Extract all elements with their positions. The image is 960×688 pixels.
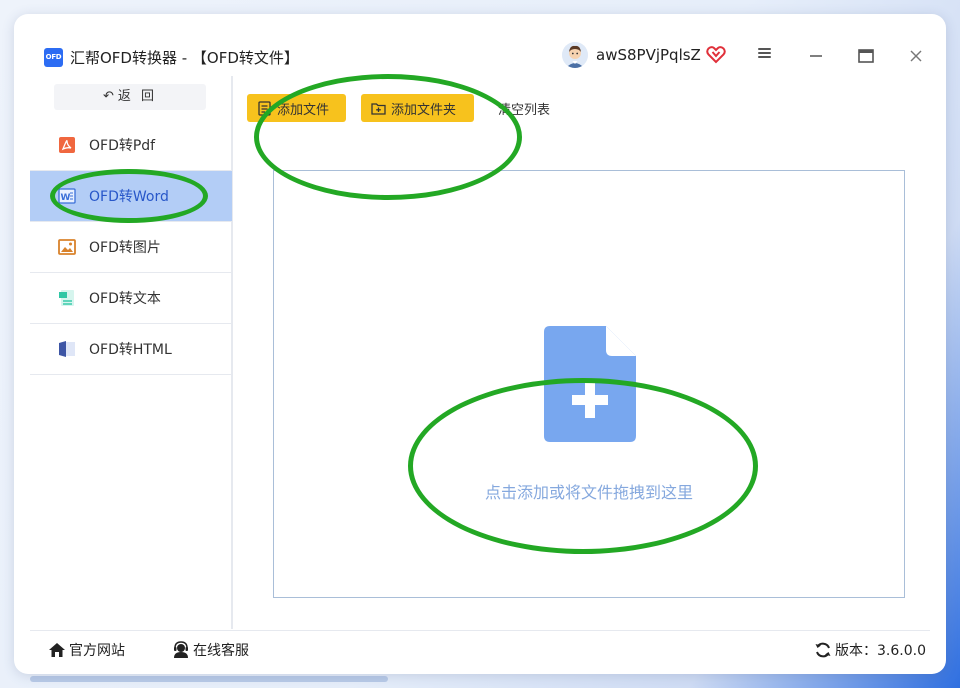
word-icon: W bbox=[58, 187, 76, 205]
add-folder-button[interactable]: 添加文件夹 bbox=[361, 94, 474, 122]
sidebar-item-label: OFD转Word bbox=[89, 189, 169, 205]
file-drop-zone[interactable]: 点击添加或将文件拖拽到这里 bbox=[273, 170, 905, 598]
sidebar-divider bbox=[232, 76, 233, 629]
add-document-icon[interactable] bbox=[544, 326, 636, 442]
sidebar-item-label: OFD转HTML bbox=[89, 342, 172, 358]
window-title: 汇帮OFD转换器 - 【OFD转文件】 bbox=[70, 49, 299, 67]
sidebar-item-label: OFD转文本 bbox=[89, 291, 161, 307]
image-icon bbox=[58, 238, 76, 256]
refresh-icon bbox=[814, 641, 832, 659]
app-logo-icon: OFD bbox=[44, 48, 63, 67]
sidebar-item-ofd-to-image[interactable]: OFD转图片 bbox=[30, 222, 232, 273]
app-window: OFD 汇帮OFD转换器 - 【OFD转文件】 awS8PVjPqlsZ ↶ 返… bbox=[14, 14, 946, 674]
sidebar: ↶ 返 回 OFD转Pdf W OFD转Word OFD转图片 OFD转文本 O… bbox=[30, 76, 232, 629]
vip-heart-icon[interactable] bbox=[706, 44, 726, 64]
clear-list-button[interactable]: 清空列表 bbox=[498, 99, 550, 118]
official-site-label: 官方网站 bbox=[69, 643, 125, 659]
text-icon bbox=[58, 289, 76, 307]
add-file-label: 添加文件 bbox=[277, 102, 330, 118]
add-folder-label: 添加文件夹 bbox=[391, 102, 457, 118]
sidebar-item-ofd-to-html[interactable]: OFD转HTML bbox=[30, 324, 232, 375]
user-avatar[interactable] bbox=[562, 42, 588, 68]
back-button[interactable]: ↶ 返 回 bbox=[54, 84, 206, 110]
svg-text:W: W bbox=[61, 193, 71, 203]
add-file-button[interactable]: 添加文件 bbox=[247, 94, 346, 122]
pdf-icon bbox=[58, 136, 76, 154]
title-bar: OFD 汇帮OFD转换器 - 【OFD转文件】 awS8PVjPqlsZ bbox=[14, 14, 946, 76]
official-site-link[interactable]: 官方网站 bbox=[48, 640, 125, 660]
background-strip bbox=[30, 676, 388, 682]
version-label: 版本：3.6.0.0 bbox=[835, 643, 926, 659]
folder-add-icon bbox=[371, 101, 386, 116]
customer-service-icon bbox=[172, 641, 190, 659]
sidebar-item-ofd-to-text[interactable]: OFD转文本 bbox=[30, 273, 232, 324]
version-info[interactable]: 版本：3.6.0.0 bbox=[814, 640, 926, 660]
nav-list: OFD转Pdf W OFD转Word OFD转图片 OFD转文本 OFD转HTM… bbox=[30, 120, 232, 375]
file-list-icon bbox=[257, 100, 272, 116]
username[interactable]: awS8PVjPqlsZ bbox=[596, 46, 701, 64]
drop-hint-text: 点击添加或将文件拖拽到这里 bbox=[484, 483, 693, 502]
online-support-label: 在线客服 bbox=[193, 643, 249, 659]
menu-icon[interactable] bbox=[754, 46, 774, 66]
minimize-icon[interactable] bbox=[806, 46, 826, 66]
close-icon[interactable] bbox=[906, 46, 926, 66]
sidebar-item-ofd-to-word[interactable]: W OFD转Word bbox=[30, 171, 232, 222]
sidebar-item-ofd-to-pdf[interactable]: OFD转Pdf bbox=[30, 120, 232, 171]
online-support-link[interactable]: 在线客服 bbox=[172, 640, 249, 660]
footer-bar: 官方网站 在线客服 版本：3.6.0.0 bbox=[30, 630, 930, 670]
sidebar-item-label: OFD转Pdf bbox=[89, 138, 156, 154]
back-arrow-icon: ↶ bbox=[102, 89, 114, 104]
html-icon bbox=[58, 340, 76, 358]
back-label: 返 回 bbox=[117, 89, 158, 104]
maximize-icon[interactable] bbox=[856, 46, 876, 66]
sidebar-item-label: OFD转图片 bbox=[89, 240, 161, 256]
home-icon bbox=[48, 641, 66, 659]
